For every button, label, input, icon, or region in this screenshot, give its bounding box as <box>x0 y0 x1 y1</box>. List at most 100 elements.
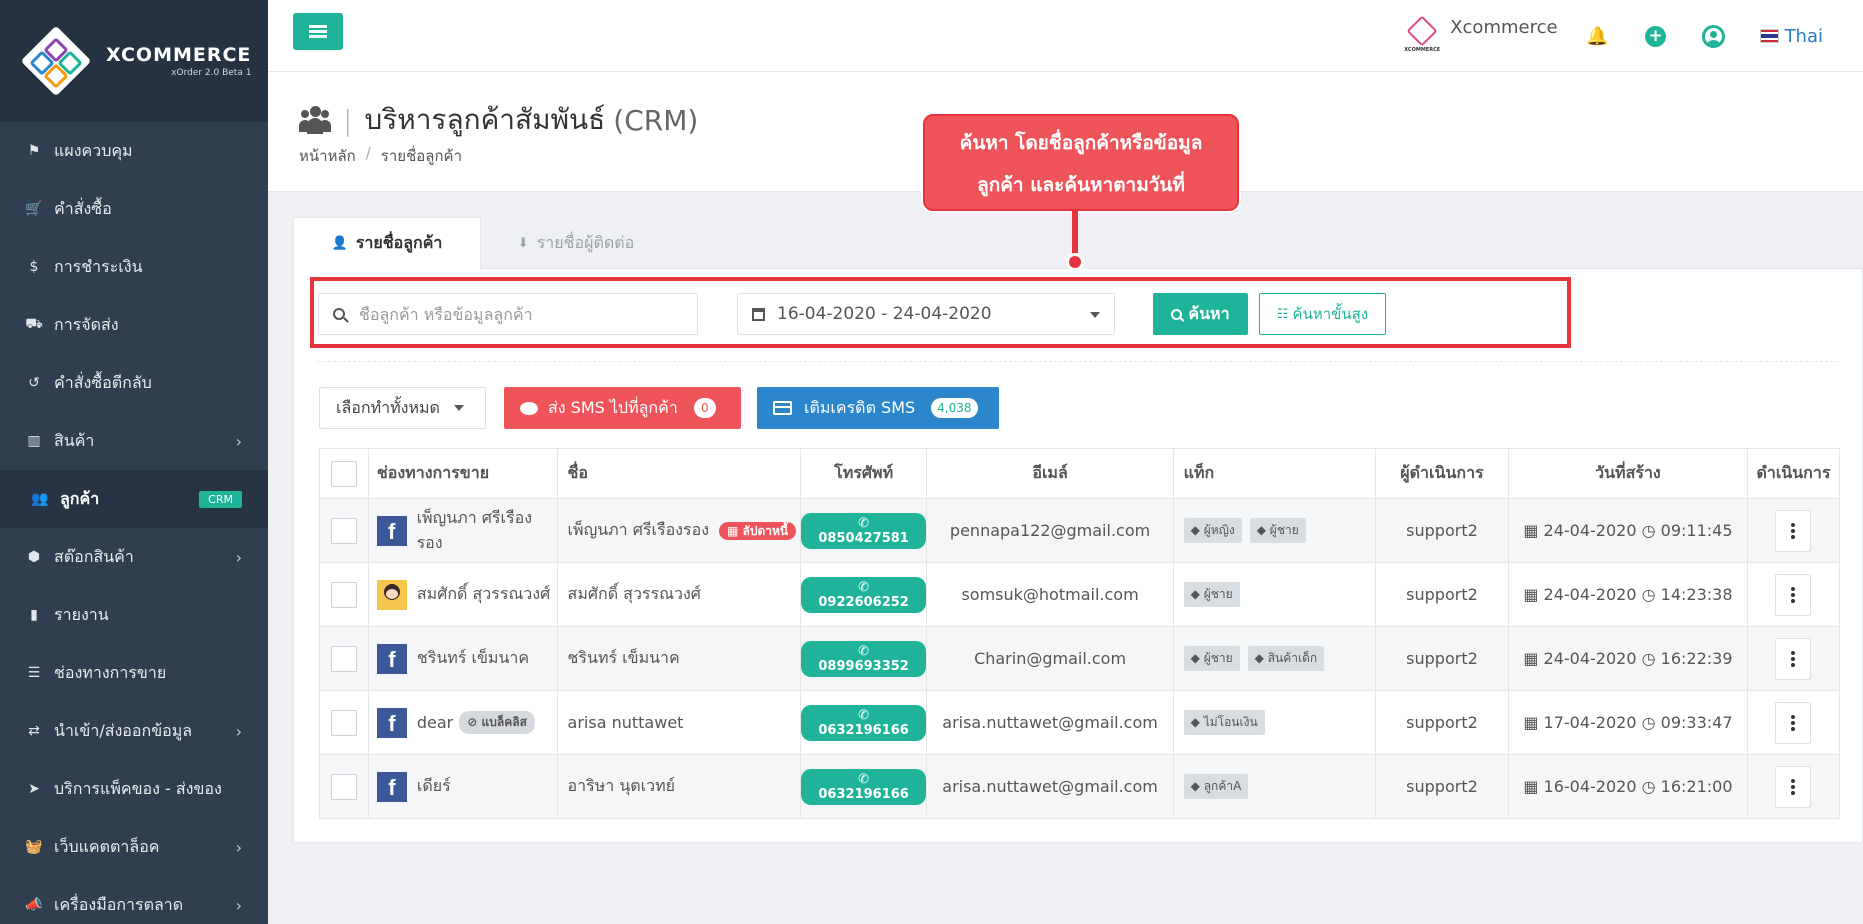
tab-customer-list[interactable]: 👤 รายชื่อลูกค้า <box>293 217 481 269</box>
select-all-header <box>319 448 369 499</box>
sidebar-item-13[interactable]: 📣 เครื่องมือการตลาด › <box>0 876 268 924</box>
phone-badge[interactable]: ✆ 0850427581 <box>800 512 927 549</box>
col-name[interactable]: ชื่อ <box>556 448 801 499</box>
sidebar-item-7[interactable]: ⬢ สต๊อกสินค้า › <box>0 528 268 586</box>
sidebar-item-8[interactable]: ▮ รายงาน <box>0 586 268 644</box>
search-input[interactable] <box>359 304 679 324</box>
add-button[interactable]: + <box>1644 24 1668 48</box>
chevron-right-icon: › <box>235 431 242 451</box>
tag-chip[interactable]: ◆ ผู้ชาย <box>1249 518 1306 543</box>
row-checkbox[interactable] <box>330 709 357 736</box>
sidebar-item-12[interactable]: 🧺 เว็บแคตตาล็อค › <box>0 818 268 876</box>
phone-badge[interactable]: ✆ 0922606252 <box>800 576 927 613</box>
sidebar-item-5[interactable]: ▥ สินค้า › <box>0 412 268 470</box>
sidebar-item-label: นำเข้า/ส่งออกข้อมูล <box>54 720 193 740</box>
operator: support2 <box>1374 562 1509 627</box>
col-tags[interactable]: แท็ก <box>1172 448 1376 499</box>
tag-chip[interactable]: ◆ ผู้หญิง <box>1183 518 1242 543</box>
tabs: 👤 รายชื่อลูกค้า ⬇ รายชื่อผู้ติดต่อ <box>293 217 671 269</box>
status-badge: ▦ ลัปดาหนี้ <box>719 522 797 540</box>
search-button[interactable]: ค้นหา <box>1153 293 1248 335</box>
phone-badge[interactable]: ✆ 0632196166 <box>800 768 927 805</box>
tag-chip[interactable]: ◆ ไม่โอนเงิน <box>1183 710 1265 735</box>
sidebar-item-9[interactable]: ☰ ช่องทางการขาย <box>0 644 268 702</box>
shop-name[interactable]: Xcommerce <box>1450 17 1557 38</box>
channel-name: ชรินทร์ เข็มนาค <box>416 648 530 667</box>
customer-name[interactable]: อาริษา นุตเวทย์ <box>568 776 676 795</box>
clock-icon: ◷ <box>1641 777 1656 796</box>
language-selector[interactable]: Thai <box>1759 26 1823 47</box>
phone-badge[interactable]: ✆ 0632196166 <box>800 704 927 741</box>
tag-chip[interactable]: ◆ ผู้ชาย <box>1183 646 1240 671</box>
row-actions-button[interactable] <box>1775 765 1812 808</box>
send-sms-button[interactable]: ส่ง SMS ไปที่ลูกค้า 0 <box>504 387 741 429</box>
tags-cell: ◆ ลูกค้าA <box>1172 754 1376 819</box>
customer-name[interactable]: สมศักดิ์ สุวรรณวงศ์ <box>568 584 701 603</box>
calendar-icon <box>752 307 765 321</box>
user-menu-button[interactable] <box>1702 24 1726 48</box>
table-row[interactable]: สมศักดิ์ สุวรรณวงศ์ สมศักดิ์ สุวรรณวงศ์ ✆ … <box>319 562 1841 627</box>
comment-icon <box>520 401 538 415</box>
sidebar-item-11[interactable]: ➤ บริการแพ็คของ - ส่งของ <box>0 760 268 818</box>
bulk-action-dropdown[interactable]: เลือกทำทั้งหมด <box>319 387 486 429</box>
breadcrumb-home[interactable]: หน้าหลัก <box>299 144 356 168</box>
chevron-right-icon: › <box>235 895 242 915</box>
credit-card-icon <box>773 401 792 415</box>
row-checkbox[interactable] <box>330 645 357 672</box>
sidebar-item-1[interactable]: 🛒 คำสั่งซื้อ <box>0 180 268 238</box>
customer-email: somsuk@hotmail.com <box>926 562 1174 627</box>
topup-sms-credit-button[interactable]: เติมเครดิต SMS 4,038 <box>757 387 999 429</box>
page-title-text: บริหารลูกค้าสัมพันธ์ <box>364 103 606 136</box>
sidebar-item-label: เว็บแคตตาล็อค <box>54 836 160 856</box>
sidebar-item-10[interactable]: ⇄ นำเข้า/ส่งออกข้อมูล › <box>0 702 268 760</box>
created-date: ▦ 24-04-2020 ◷ 14:23:38 <box>1507 562 1748 627</box>
sidebar-menu: ⚑ แผงควบคุม 🛒 คำสั่งซื้อ $ การชำระเงิน ⛟ การจัด… <box>0 122 268 924</box>
tag-chip[interactable]: ◆ ผู้ชาย <box>1183 582 1240 607</box>
channel-name: dear <box>416 713 454 732</box>
customer-name[interactable]: เพ็ญนภา ศรีเรืองรอง <box>568 520 709 539</box>
sidebar-item-0[interactable]: ⚑ แผงควบคุม <box>0 122 268 180</box>
row-actions-button[interactable] <box>1775 573 1812 616</box>
customer-name[interactable]: arisa nuttawet <box>568 713 684 732</box>
sidebar-item-3[interactable]: ⛟ การจัดส่ง <box>0 296 268 354</box>
sidebar-item-6[interactable]: 👥 ลูกค้า CRM <box>0 470 268 528</box>
bell-icon[interactable]: 🔔 <box>1586 24 1610 48</box>
phone-badge[interactable]: ✆ 0899693352 <box>800 640 927 677</box>
col-operator[interactable]: ผู้ดำเนินการ <box>1374 448 1509 499</box>
callout-line-2: ลูกค้า และค้นหาตามวันที่ <box>977 174 1185 196</box>
avatar <box>376 579 407 610</box>
users-icon: 👥 <box>31 491 49 507</box>
table-row[interactable]: f เพ็ญนภา ศรีเรืองรอง เพ็ญนภา ศรีเรืองรอง ▦… <box>319 498 1841 563</box>
plus-circle-icon: + <box>1645 25 1667 47</box>
col-phone[interactable]: โทรศัพท์ <box>799 448 928 499</box>
channel-name: สมศักดิ์ สุวรรณวงศ์ <box>416 584 551 603</box>
menu-toggle-button[interactable] <box>293 13 343 50</box>
facebook-icon: f <box>376 707 407 738</box>
customer-name[interactable]: ชรินทร์ เข็มนาค <box>568 648 680 667</box>
sidebar: XCOMMERCE xOrder 2.0 Beta 1 ⚑ แผงควบคุม 🛒 ค… <box>0 0 268 924</box>
col-channel[interactable]: ช่องทางการขาย <box>367 448 558 499</box>
sidebar-item-label: การชำระเงิน <box>54 256 143 276</box>
tab-contact-list[interactable]: ⬇ รายชื่อผู้ติดต่อ <box>481 217 671 269</box>
sidebar-item-2[interactable]: $ การชำระเงิน <box>0 238 268 296</box>
table-row[interactable]: f ชรินทร์ เข็มนาค ชรินทร์ เข็มนาค ✆ 0899693… <box>319 626 1841 691</box>
row-checkbox[interactable] <box>330 581 357 608</box>
select-all-checkbox[interactable] <box>330 460 357 487</box>
row-actions-button[interactable] <box>1775 637 1812 680</box>
date-range-picker[interactable]: 16-04-2020 - 24-04-2020 <box>737 293 1115 335</box>
row-checkbox[interactable] <box>330 517 357 544</box>
advanced-search-button[interactable]: ☷ ค้นหาขั้นสูง <box>1259 293 1386 335</box>
table-row[interactable]: f เดียร์ อาริษา นุตเวทย์ ✆ 0632196166 arisa.… <box>319 754 1841 819</box>
row-actions-button[interactable] <box>1775 701 1812 744</box>
row-checkbox[interactable] <box>330 773 357 800</box>
tag-chip[interactable]: ◆ สินค้าเด็ก <box>1247 646 1325 671</box>
col-email[interactable]: อีเมล์ <box>926 448 1174 499</box>
tag-chip[interactable]: ◆ ลูกค้าA <box>1183 774 1249 799</box>
brand[interactable]: XCOMMERCE xOrder 2.0 Beta 1 <box>0 0 268 122</box>
table-row[interactable]: f dear ⊘ แบล็คลิส arisa nuttawet ✆ 063219616… <box>319 690 1841 755</box>
calendar-icon: ▦ <box>1523 777 1539 796</box>
col-created[interactable]: วันที่สร้าง <box>1507 448 1748 499</box>
created-date: ▦ 16-04-2020 ◷ 16:21:00 <box>1507 754 1748 819</box>
sidebar-item-4[interactable]: ↺ คำสั่งซื้อตีกลับ <box>0 354 268 412</box>
row-actions-button[interactable] <box>1775 509 1812 552</box>
